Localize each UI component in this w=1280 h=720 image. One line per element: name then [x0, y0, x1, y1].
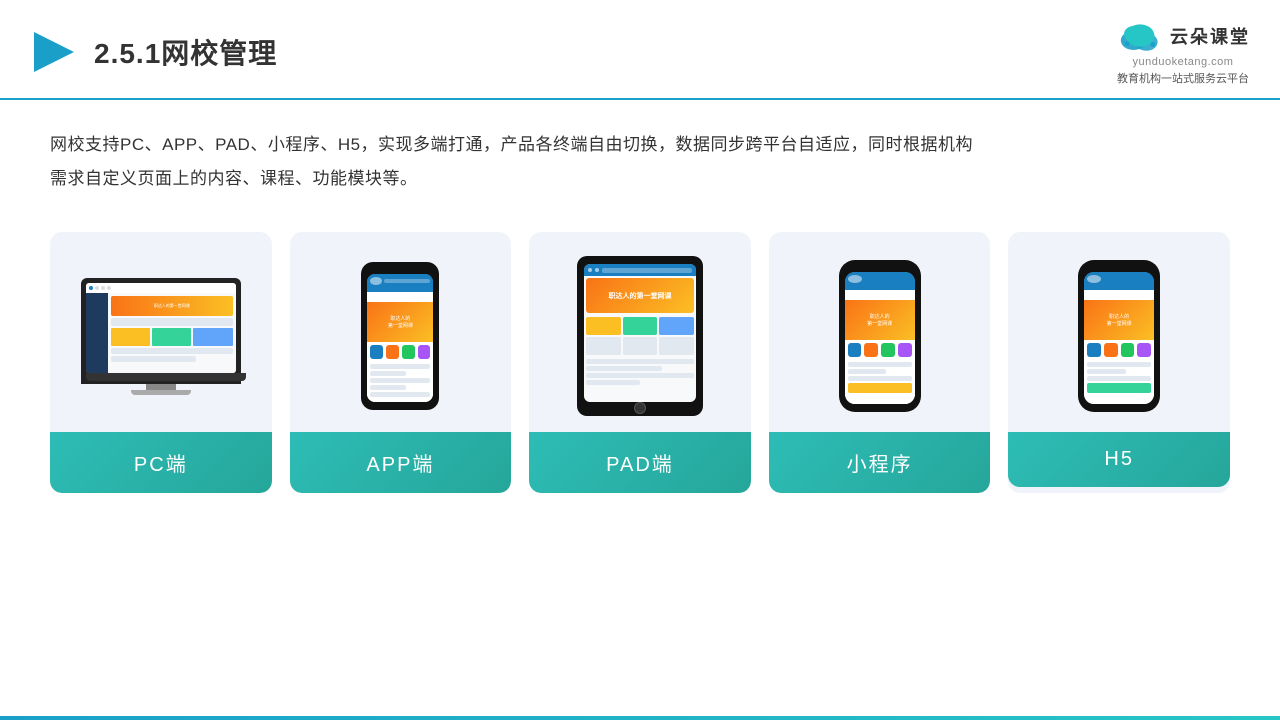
card-pc-image: 职达人的第一堂网课	[50, 232, 272, 432]
card-pad: 职达人的第一堂网课	[529, 232, 751, 493]
logo-area: 云朵课堂 yunduoketang.com 教育机构一站式服务云平台	[1116, 18, 1250, 86]
card-miniprogram-image: 职达人的第一堂网课	[769, 232, 991, 432]
phone-mockup-miniprogram: 职达人的第一堂网课	[840, 260, 920, 412]
bottom-bar	[0, 716, 1280, 720]
logo-url: yunduoketang.com	[1133, 56, 1234, 68]
card-pc: 职达人的第一堂网课 PC端	[50, 232, 272, 493]
tablet-home-button	[634, 402, 646, 414]
phone-mockup-h5: 职达人的第一堂网课	[1079, 260, 1159, 412]
header-left: 2.5.1网校管理	[30, 28, 277, 76]
card-pad-label: PAD端	[529, 432, 751, 493]
card-h5: 职达人的第一堂网课	[1008, 232, 1230, 493]
card-h5-label: H5	[1008, 432, 1230, 487]
page-title: 2.5.1网校管理	[94, 32, 277, 72]
card-miniprogram: 职达人的第一堂网课	[769, 232, 991, 493]
logo-slogan: 教育机构一站式服务云平台	[1117, 70, 1249, 86]
logo-cloud: 云朵课堂	[1116, 18, 1250, 54]
tablet-mockup: 职达人的第一堂网课	[575, 256, 705, 416]
description-text: 网校支持PC、APP、PAD、小程序、H5，实现多端打通，产品各终端自由切换，数…	[50, 135, 973, 188]
cards-container: 职达人的第一堂网课 PC端	[0, 196, 1280, 493]
card-app-image: 职达人的第一堂网课	[290, 232, 512, 432]
card-app: 职达人的第一堂网课	[290, 232, 512, 493]
card-miniprogram-label: 小程序	[769, 432, 991, 493]
cloud-icon	[1116, 18, 1164, 54]
phone-mockup-app: 职达人的第一堂网课	[360, 262, 440, 410]
title-number: 2.5.1网校管理	[94, 38, 277, 69]
card-app-label: APP端	[290, 432, 512, 493]
header: 2.5.1网校管理 云朵课堂 yunduoketang.com 教育机构一站式服…	[0, 0, 1280, 100]
card-pad-image: 职达人的第一堂网课	[529, 232, 751, 432]
pc-mockup: 职达人的第一堂网课	[76, 278, 246, 395]
logo-text-cn: 云朵课堂	[1170, 23, 1250, 49]
description: 网校支持PC、APP、PAD、小程序、H5，实现多端打通，产品各终端自由切换，数…	[0, 100, 1280, 196]
play-icon	[30, 28, 78, 76]
card-h5-image: 职达人的第一堂网课	[1008, 232, 1230, 432]
card-pc-label: PC端	[50, 432, 272, 493]
